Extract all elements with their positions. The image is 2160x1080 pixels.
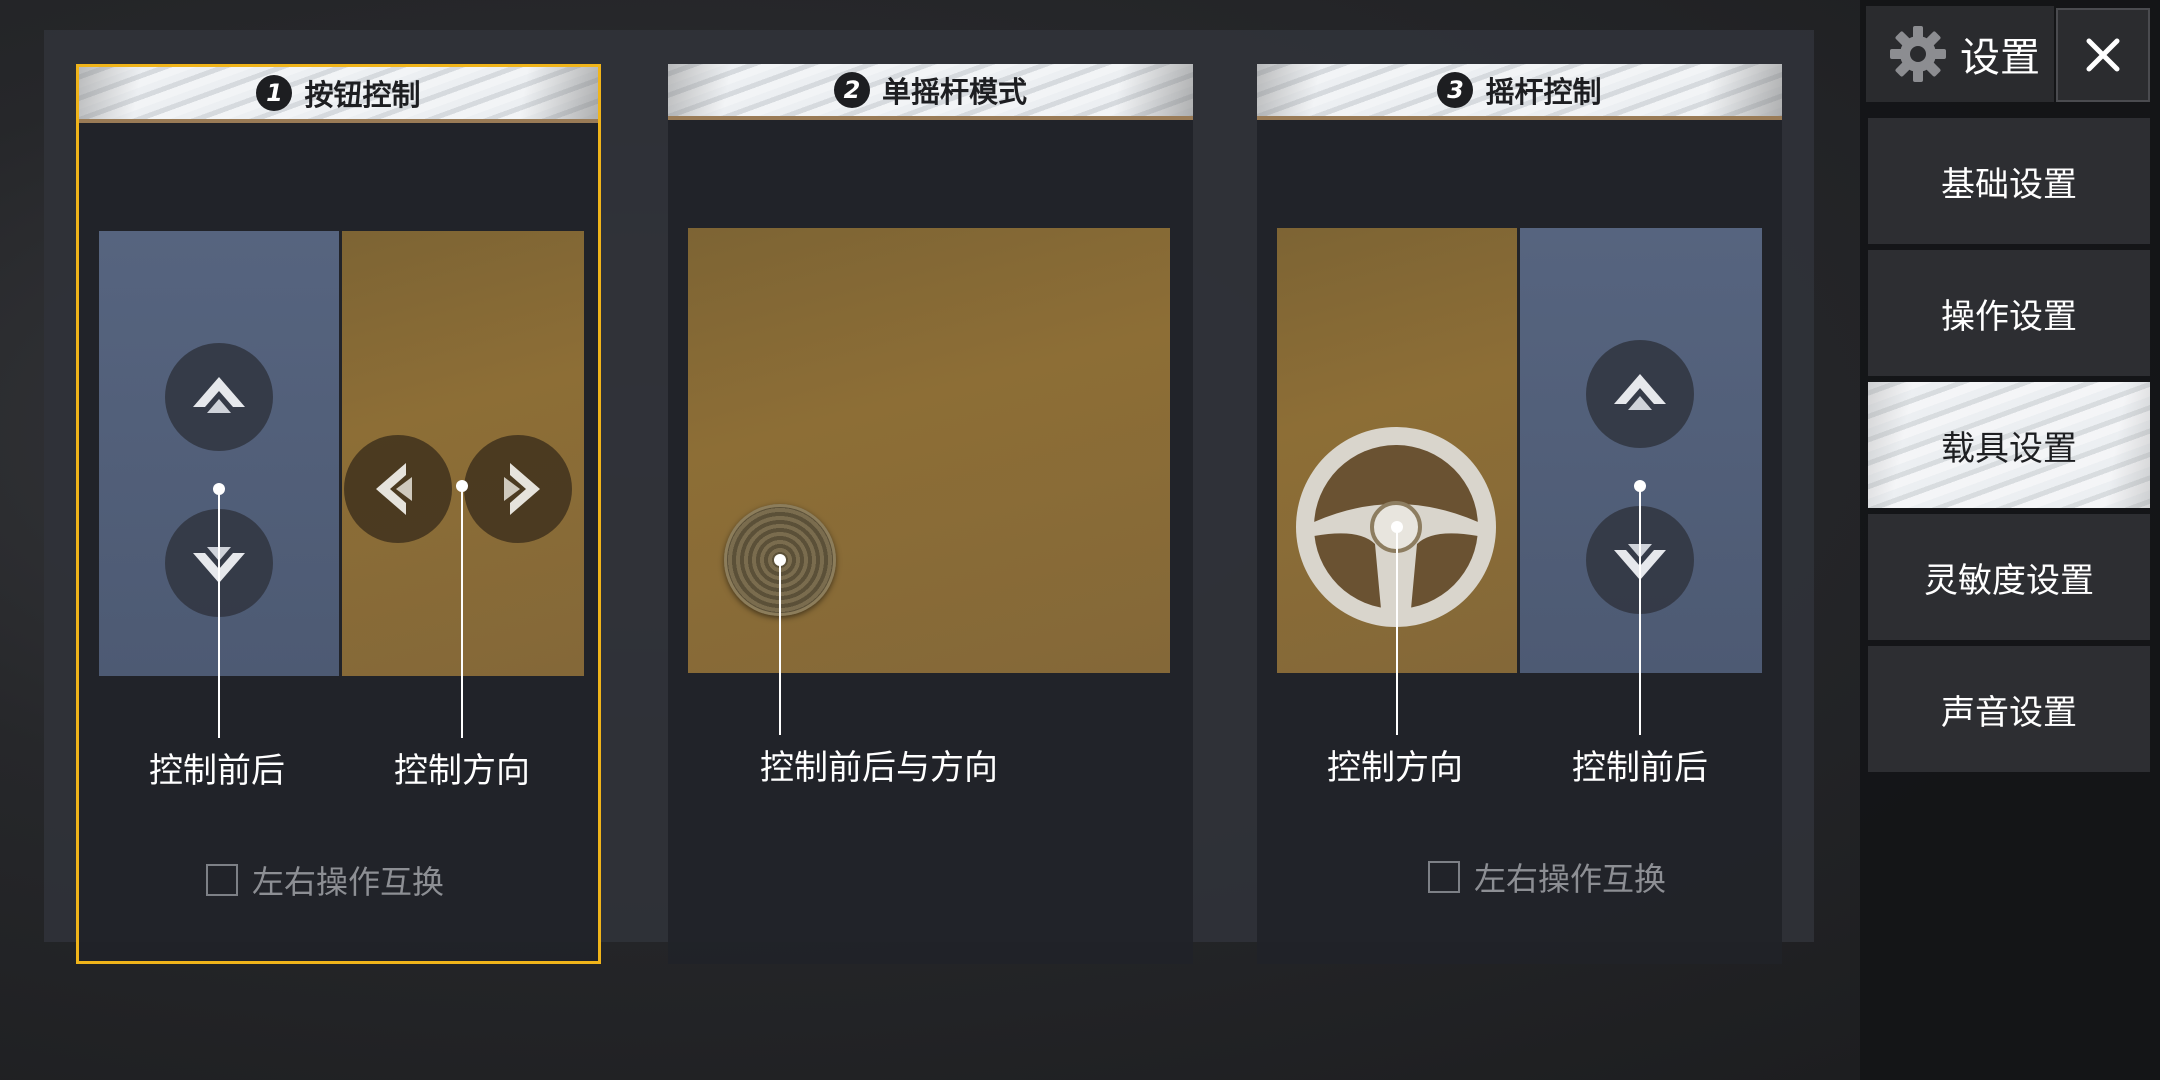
forward-arrow-icon [165,343,273,451]
swap-checkbox[interactable] [1428,861,1460,893]
label-forward-back-steering: 控制前后与方向 [760,748,998,788]
scheme-single-joystick[interactable]: 2 单摇杆模式 控制前后与方向 [668,64,1193,964]
scheme-number-badge: 2 [833,72,870,108]
scheme-title: 按钮控制 [304,78,421,112]
forward-arrow-icon [1586,340,1694,448]
left-arrow-icon [344,435,452,543]
swap-label: 左右操作互换 [1474,860,1667,898]
menu-item-sound-settings[interactable]: 声音设置 [1868,646,2150,772]
menu-item-sensitivity-settings[interactable]: 灵敏度设置 [1868,514,2150,640]
close-button[interactable] [2056,8,2150,102]
swap-checkbox[interactable] [206,864,238,896]
forward-back-zone [1520,228,1762,735]
scheme-button-control[interactable]: 1 按钮控制 控制前后 控制方向 左右操作互换 [76,64,601,964]
forward-back-leader-line [218,493,220,738]
swap-label: 左右操作互换 [252,863,445,901]
label-steering: 控制方向 [1327,748,1463,788]
scheme-title: 单摇杆模式 [881,75,1027,109]
steering-leader-line [461,490,463,738]
scheme-joystick-control[interactable]: 3 摇杆控制 控制方向 控制前后 左右操作互换 [1257,64,1782,964]
menu-item-control-settings[interactable]: 操作设置 [1868,250,2150,376]
scheme-header: 1 按钮控制 [79,67,598,123]
joystick-leader-line [779,564,781,735]
swap-controls-toggle[interactable]: 左右操作互换 [1428,854,1666,900]
steering-wheel-zone [1277,228,1517,735]
vehicle-control-panel: 1 按钮控制 控制前后 控制方向 左右操作互换 2 单摇杆模式 控制前后与方向 … [44,30,1814,964]
label-steering: 控制方向 [394,751,530,791]
scheme-header: 3 摇杆控制 [1257,64,1782,120]
scheme-number-badge: 1 [256,75,293,111]
right-arrow-icon [464,435,572,543]
scheme-number-badge: 3 [1437,72,1474,108]
swap-controls-toggle[interactable]: 左右操作互换 [206,857,444,903]
joystick-zone [688,228,1170,735]
settings-sidebar: 设置 基础设置 操作设置 载具设置 灵敏度设置 声音设置 [1860,0,2160,1080]
steering-zone [342,231,584,738]
close-icon [2086,38,2120,72]
gear-icon [1890,26,1946,82]
label-forward-back: 控制前后 [149,751,285,791]
forward-back-leader-line [1639,490,1641,735]
settings-header: 设置 [1866,6,2054,102]
label-forward-back: 控制前后 [1572,748,1708,788]
forward-back-zone [99,231,339,738]
menu-item-vehicle-settings[interactable]: 载具设置 [1868,382,2150,508]
menu-item-basic-settings[interactable]: 基础设置 [1868,118,2150,244]
scheme-header: 2 单摇杆模式 [668,64,1193,120]
scheme-title: 摇杆控制 [1485,75,1602,109]
settings-title: 设置 [1960,35,2040,81]
steering-wheel-leader-line [1396,531,1398,735]
